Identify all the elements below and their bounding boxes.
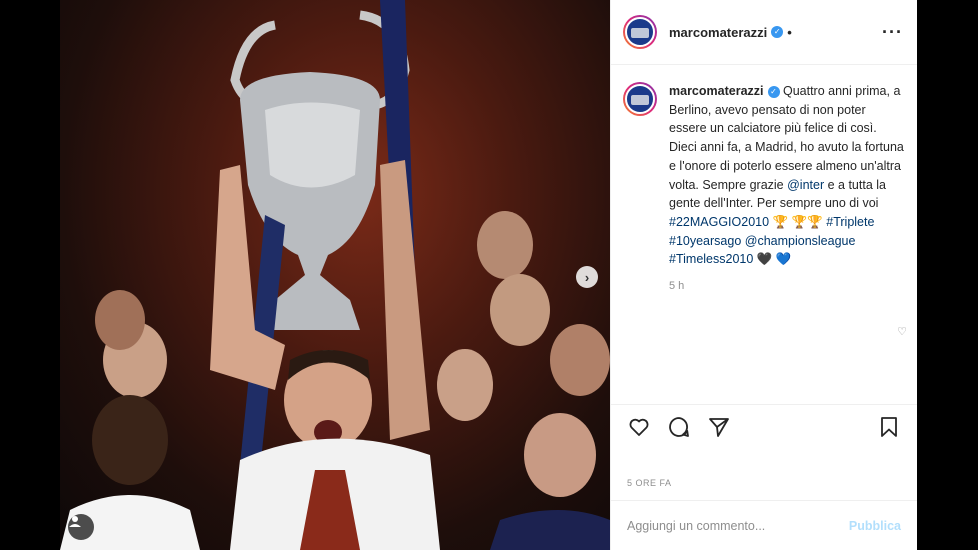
caption-section: marcomaterazzi ✓ Quattro anni prima, a Be…: [623, 82, 905, 296]
action-bar: [611, 404, 917, 459]
post-header: marcomaterazzi ✓ • ···: [611, 0, 917, 65]
user-icon: [69, 516, 81, 527]
caption-avatar[interactable]: [623, 82, 657, 116]
author-username[interactable]: marcomaterazzi: [669, 25, 767, 40]
mention-championsleague[interactable]: @championsleague: [745, 234, 856, 248]
save-bookmark-icon[interactable]: [877, 415, 901, 439]
trophy-emoji-icon: 🏆: [772, 214, 789, 229]
post-photo[interactable]: ›: [60, 0, 610, 550]
post-date[interactable]: 5 ORE FA: [627, 478, 672, 488]
comment-icon[interactable]: [667, 415, 691, 439]
more-options-icon[interactable]: ···: [882, 22, 903, 43]
share-send-icon[interactable]: [707, 415, 731, 439]
like-caption-heart-icon[interactable]: ♡: [897, 325, 907, 338]
separator-dot: •: [787, 24, 792, 40]
author-avatar[interactable]: [623, 15, 657, 49]
next-image-button[interactable]: ›: [576, 266, 598, 288]
verified-badge-icon: ✓: [771, 26, 784, 38]
verified-badge-icon: ✓: [767, 85, 780, 98]
tagged-users-button[interactable]: [68, 514, 94, 540]
post-modal: › marcomaterazzi ✓ • ··· marcomaterazzi ✓…: [60, 0, 917, 550]
trophy-emoji-icon: 🏆: [791, 214, 808, 229]
caption-timestamp[interactable]: 5 h: [669, 277, 905, 296]
black-heart-emoji-icon: 🖤: [756, 252, 773, 267]
trophy-emoji-icon: 🏆: [807, 214, 823, 229]
like-heart-icon[interactable]: [627, 415, 651, 439]
publish-button[interactable]: Pubblica: [849, 519, 901, 533]
mention-inter[interactable]: @inter: [787, 178, 824, 192]
comment-bar: Aggiungi un commento... Pubblica: [611, 500, 917, 550]
hashtag-triplete[interactable]: #Triplete: [826, 215, 874, 229]
hashtag-22maggio2010[interactable]: #22MAGGIO2010: [669, 215, 769, 229]
post-side-panel: marcomaterazzi ✓ • ··· marcomaterazzi ✓ Q…: [610, 0, 917, 550]
trophy-celebration-illustration: [60, 0, 610, 550]
hashtag-timeless2010[interactable]: #Timeless2010: [669, 252, 753, 266]
comment-input[interactable]: Aggiungi un commento...: [627, 519, 765, 533]
chevron-right-icon: ›: [584, 269, 590, 285]
caption-text: marcomaterazzi ✓ Quattro anni prima, a Be…: [669, 82, 905, 296]
blue-heart-emoji-icon: 💙: [775, 252, 792, 267]
caption-username[interactable]: marcomaterazzi: [669, 84, 764, 98]
hashtag-10yearsago[interactable]: #10yearsago: [669, 234, 741, 248]
